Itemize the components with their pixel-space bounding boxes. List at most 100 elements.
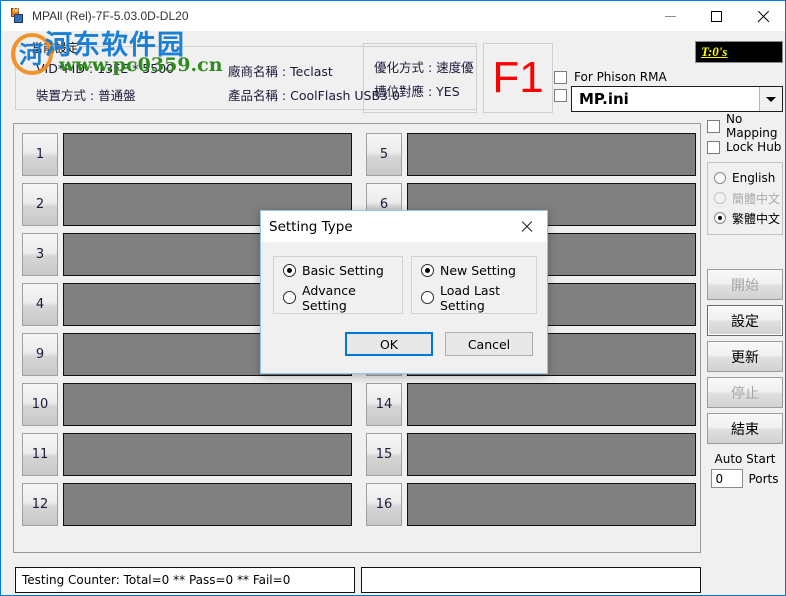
port-status-bar[interactable]	[63, 433, 352, 476]
language-option-simplified-chinese: 簡體中文	[708, 188, 782, 208]
language-simplified-chinese-label: 簡體中文	[732, 191, 781, 206]
no-mapping-label: No Mapping	[726, 112, 778, 140]
sidebar-action-buttons: 開始 設定 更新 停止 結束	[707, 269, 783, 444]
port-status-bar[interactable]	[407, 483, 696, 526]
port-row: 12	[18, 480, 358, 530]
chevron-down-icon	[766, 96, 776, 102]
port-number-button[interactable]: 3	[22, 233, 58, 276]
ini-file-select[interactable]: MP.ini	[571, 86, 783, 112]
port-number-button[interactable]: 15	[366, 433, 402, 476]
settings-button-label: 設定	[731, 313, 759, 330]
timer-badge: T:0's	[695, 41, 783, 63]
no-mapping-checkbox[interactable]	[707, 119, 720, 133]
ini-enable-checkbox[interactable]	[554, 89, 567, 102]
dialog-title: Setting Type	[269, 218, 353, 235]
application-window: MPAll (Rel)-7F-5.03.0D-DL20 河 河东软件园 www.…	[0, 0, 786, 596]
port-status-bar[interactable]	[63, 383, 352, 426]
stop-button-label: 停止	[731, 385, 759, 402]
port-row: 11	[18, 430, 358, 480]
ini-file-value: MP.ini	[579, 90, 629, 108]
auto-start-section: Auto Start 0 Ports	[707, 452, 783, 488]
update-button-label: 更新	[731, 349, 759, 366]
no-mapping-row[interactable]: No Mapping	[707, 112, 783, 140]
language-traditional-chinese-label: 繁體中文	[732, 211, 781, 226]
maximize-icon	[710, 10, 722, 22]
start-button-label: 開始	[731, 277, 759, 294]
lock-hub-row[interactable]: Lock Hub	[707, 138, 783, 156]
minimize-icon	[664, 15, 676, 17]
port-number-button[interactable]: 14	[366, 383, 402, 426]
testing-counter-text: Testing Counter: Total=0 ** Pass=0 ** Fa…	[22, 573, 291, 587]
port-number-button[interactable]: 9	[22, 333, 58, 376]
update-button[interactable]: 更新	[707, 341, 783, 372]
radio-traditional-chinese-icon	[714, 212, 726, 224]
port-status-bar[interactable]	[407, 133, 696, 176]
port-number-button[interactable]: 10	[22, 383, 58, 426]
new-setting-label: New Setting	[440, 263, 516, 278]
port-number-button[interactable]: 11	[22, 433, 58, 476]
minimize-button[interactable]	[647, 1, 693, 31]
radio-load-last-setting-icon	[421, 291, 434, 304]
port-row: 16	[362, 480, 702, 530]
maximize-button[interactable]	[693, 1, 739, 31]
auto-start-label: Auto Start	[714, 452, 776, 466]
optimize-group: 優化方式 : 速度優 槽位對應 : YES	[363, 43, 477, 113]
close-icon	[521, 220, 533, 232]
current-settings-legend: 當前設定	[28, 39, 83, 56]
language-radio-group: English 簡體中文 繁體中文	[707, 162, 783, 235]
dialog-title-bar: Setting Type	[261, 211, 547, 242]
port-number-button[interactable]: 12	[22, 483, 58, 526]
exit-button[interactable]: 結束	[707, 413, 783, 444]
f1-indicator: F1	[483, 43, 553, 113]
lock-hub-label: Lock Hub	[726, 140, 782, 154]
setting-type-dialog: Setting Type Basic Setting Advance Setti…	[260, 210, 548, 374]
port-status-bar[interactable]	[63, 483, 352, 526]
dialog-ok-button[interactable]: OK	[345, 332, 433, 356]
dialog-cancel-label: Cancel	[467, 336, 511, 352]
radio-english-icon	[714, 172, 726, 184]
dialog-cancel-button[interactable]: Cancel	[445, 332, 533, 356]
vendor-name-value: 廠商名稱 : Teclast	[228, 64, 333, 79]
port-number-button[interactable]: 4	[22, 283, 58, 326]
optimize-mode-value: 優化方式 : 速度優	[374, 60, 474, 75]
port-number-button[interactable]: 2	[22, 183, 58, 226]
for-phison-rma-checkbox[interactable]	[554, 70, 567, 84]
port-status-bar[interactable]	[407, 433, 696, 476]
language-option-traditional-chinese[interactable]: 繁體中文	[708, 208, 782, 228]
port-status-bar[interactable]	[407, 383, 696, 426]
language-option-english[interactable]: English	[708, 168, 782, 188]
close-button[interactable]	[739, 1, 785, 31]
vid-pid-value: VID*PID : 13FE * 5500	[36, 61, 175, 76]
radio-advance-setting-icon	[283, 291, 296, 304]
port-status-bar[interactable]	[63, 133, 352, 176]
option-advance-setting[interactable]: Advance Setting	[274, 283, 402, 313]
app-icon	[9, 7, 25, 24]
port-row: 15	[362, 430, 702, 480]
option-basic-setting[interactable]: Basic Setting	[274, 257, 402, 284]
dialog-close-button[interactable]	[507, 211, 547, 241]
ini-file-dropdown-button[interactable]	[759, 87, 782, 111]
sidebar-checkbox-list: No Mapping Lock Hub	[707, 112, 783, 156]
radio-new-setting-icon	[421, 264, 434, 277]
dialog-ok-label: OK	[379, 336, 399, 352]
port-number-button[interactable]: 1	[22, 133, 58, 176]
port-number-button[interactable]: 16	[366, 483, 402, 526]
ini-enable-checkbox-wrap[interactable]	[554, 89, 567, 102]
load-last-setting-label: Load Last Setting	[440, 282, 500, 313]
basic-setting-label: Basic Setting	[302, 263, 384, 278]
radio-basic-setting-icon	[283, 264, 296, 277]
port-row: 14	[362, 380, 702, 430]
stop-button[interactable]: 停止	[707, 377, 783, 408]
settings-button[interactable]: 設定	[707, 305, 783, 336]
option-load-last-setting[interactable]: Load Last Setting	[412, 282, 536, 313]
setting-level-group: Basic Setting Advance Setting	[273, 256, 403, 314]
setting-source-group: New Setting Load Last Setting	[411, 256, 537, 314]
option-new-setting[interactable]: New Setting	[412, 257, 536, 284]
start-button[interactable]: 開始	[707, 269, 783, 300]
title-bar: MPAll (Rel)-7F-5.03.0D-DL20	[1, 1, 785, 31]
for-phison-rma-row[interactable]: For Phison RMA	[554, 70, 667, 84]
auto-start-input[interactable]: 0	[711, 469, 744, 488]
port-number-button[interactable]: 5	[366, 133, 402, 176]
lock-hub-checkbox[interactable]	[707, 140, 720, 154]
window-title: MPAll (Rel)-7F-5.03.0D-DL20	[32, 9, 189, 23]
